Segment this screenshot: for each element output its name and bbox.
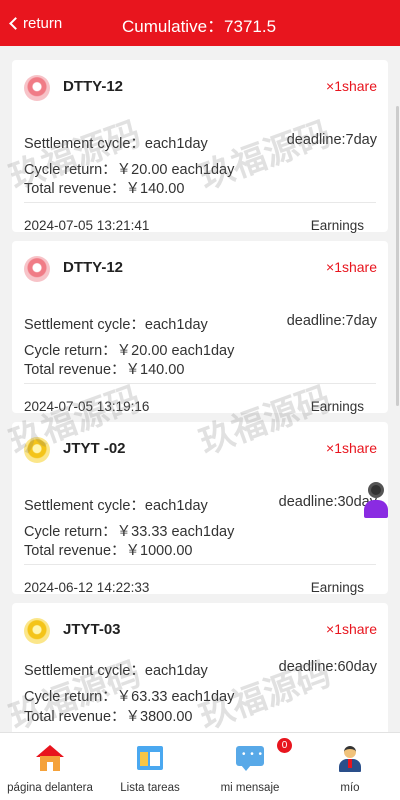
total-revenue: Total revenue：￥3800.00 — [24, 709, 193, 725]
chevron-left-icon — [9, 16, 22, 30]
status-label: Earnings — [310, 218, 364, 233]
status-label: Earnings — [310, 399, 364, 414]
deadline: deadline:7day — [286, 313, 377, 329]
tab-label: mi mensaje — [220, 782, 280, 794]
bottom-tab-bar: página delantera Lista tareas • • • 0 mi… — [0, 732, 400, 800]
order-date: 2024-06-12 14:22:33 — [24, 580, 150, 595]
settlement-cycle: Settlement cycle：each1day — [24, 317, 208, 333]
total-revenue: Total revenue：￥1000.00 — [24, 543, 193, 559]
home-icon — [35, 744, 65, 772]
cycle-return: Cycle return：￥33.33 each1day — [24, 524, 235, 540]
product-name: JTYT-03 — [63, 621, 121, 638]
total-revenue: Total revenue：￥140.00 — [24, 181, 185, 197]
order-date: 2024-07-05 13:19:16 — [24, 399, 150, 414]
tab-label: página delantera — [7, 782, 93, 794]
tab-messages[interactable]: • • • 0 mi mensaje — [200, 733, 300, 800]
cycle-return: Cycle return：￥20.00 each1day — [24, 162, 235, 178]
tab-label: mío — [340, 782, 360, 794]
settlement-cycle: Settlement cycle：each1day — [24, 136, 208, 152]
back-button[interactable]: return — [8, 13, 62, 33]
task-list-icon — [135, 744, 165, 772]
customer-service-icon[interactable] — [362, 480, 390, 520]
scrollbar[interactable] — [396, 106, 399, 406]
settlement-cycle: Settlement cycle：each1day — [24, 498, 208, 514]
message-count-badge: 0 — [277, 738, 292, 753]
cycle-return: Cycle return：￥20.00 each1day — [24, 343, 235, 359]
settlement-cycle: Settlement cycle：each1day — [24, 663, 208, 679]
message-icon: • • • — [235, 744, 265, 772]
divider — [24, 202, 376, 203]
product-badge-icon — [24, 75, 50, 101]
order-date: 2024-07-05 13:21:41 — [24, 218, 150, 233]
divider — [24, 383, 376, 384]
cycle-return: Cycle return：￥63.33 each1day — [24, 689, 235, 705]
share-count: ×1share — [326, 78, 377, 94]
tab-home[interactable]: página delantera — [0, 733, 100, 800]
share-count: ×1share — [326, 621, 377, 637]
total-revenue: Total revenue：￥140.00 — [24, 362, 185, 378]
deadline: deadline:60day — [278, 659, 377, 675]
order-card: DTTY-12 ×1share Settlement cycle：each1da… — [12, 60, 388, 233]
product-name: DTTY-12 — [63, 78, 124, 95]
order-card: JTYT -02 ×1share Settlement cycle：each1d… — [12, 422, 388, 595]
order-list[interactable]: DTTY-12 ×1share Settlement cycle：each1da… — [0, 46, 400, 732]
user-icon — [335, 744, 365, 772]
deadline: deadline:7day — [286, 132, 377, 148]
status-label: Earnings — [310, 580, 364, 595]
tab-mine[interactable]: mío — [300, 733, 400, 800]
order-card: DTTY-12 ×1share Settlement cycle：each1da… — [12, 241, 388, 414]
product-bulb-icon — [24, 437, 50, 463]
tab-label: Lista tareas — [120, 782, 180, 794]
top-bar: return Cumulative：7371.5 — [0, 0, 400, 46]
share-count: ×1share — [326, 440, 377, 456]
product-name: JTYT -02 — [63, 440, 126, 457]
product-bulb-icon — [24, 618, 50, 644]
divider — [24, 564, 376, 565]
product-name: DTTY-12 — [63, 259, 124, 276]
share-count: ×1share — [326, 259, 377, 275]
page-title: Cumulative：7371.5 — [122, 17, 277, 36]
back-label: return — [23, 14, 63, 32]
tab-task-list[interactable]: Lista tareas — [100, 733, 200, 800]
product-badge-icon — [24, 256, 50, 282]
order-card: JTYT-03 ×1share Settlement cycle：each1da… — [12, 603, 388, 732]
